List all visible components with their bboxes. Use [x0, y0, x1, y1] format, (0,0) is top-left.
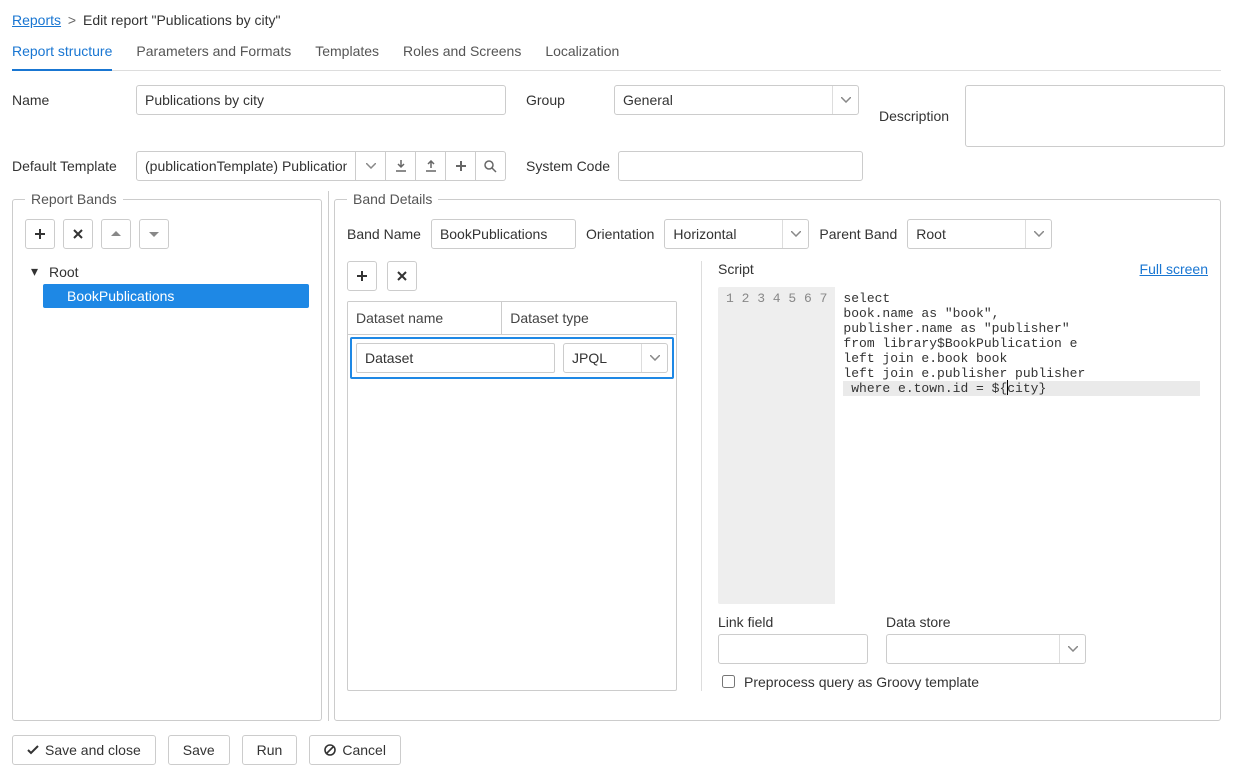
dataset-type-header: Dataset type: [502, 302, 676, 334]
preprocess-checkbox[interactable]: [722, 675, 735, 688]
save-button[interactable]: Save: [168, 735, 230, 765]
save-label: Save: [183, 742, 215, 758]
cancel-icon: [324, 744, 336, 756]
run-button[interactable]: Run: [242, 735, 298, 765]
breadcrumb-separator: >: [68, 12, 76, 28]
breadcrumb-current: Edit report "Publications by city": [83, 12, 280, 28]
tree-band-node[interactable]: BookPublications: [43, 284, 309, 308]
save-and-close-button[interactable]: Save and close: [12, 735, 156, 765]
report-bands-legend: Report Bands: [25, 191, 123, 207]
group-select[interactable]: General: [614, 85, 859, 115]
script-editor[interactable]: 1 2 3 4 5 6 7 select book.name as "book"…: [718, 287, 1208, 604]
data-store-select[interactable]: [886, 634, 1086, 664]
name-input[interactable]: [136, 85, 506, 115]
dataset-type-value: JPQL: [564, 350, 641, 366]
search-icon[interactable]: [476, 151, 506, 181]
full-screen-link[interactable]: Full screen: [1140, 261, 1208, 277]
caret-down-icon[interactable]: ▾: [31, 263, 43, 280]
run-label: Run: [257, 742, 283, 758]
save-and-close-label: Save and close: [45, 742, 141, 758]
dataset-name-header: Dataset name: [348, 302, 502, 334]
move-up-button[interactable]: [101, 219, 131, 249]
system-code-label: System Code: [526, 158, 610, 174]
parent-band-value: Root: [908, 226, 1025, 242]
chevron-down-icon[interactable]: [1059, 635, 1085, 663]
chevron-down-icon[interactable]: [641, 344, 667, 372]
dataset-name-input[interactable]: [356, 343, 555, 373]
preprocess-label[interactable]: Preprocess query as Groovy template: [744, 674, 979, 690]
tab-parameters-and-formats[interactable]: Parameters and Formats: [136, 37, 291, 71]
data-store-label: Data store: [886, 614, 1086, 630]
add-band-button[interactable]: [25, 219, 55, 249]
move-down-button[interactable]: [139, 219, 169, 249]
chevron-down-icon[interactable]: [832, 86, 858, 114]
default-template-label: Default Template: [12, 158, 128, 174]
tab-report-structure[interactable]: Report structure: [12, 37, 112, 71]
download-icon[interactable]: [386, 151, 416, 181]
tree-root-label: Root: [49, 264, 79, 280]
tab-roles-and-screens[interactable]: Roles and Screens: [403, 37, 521, 71]
plus-icon[interactable]: [446, 151, 476, 181]
tabs: Report structure Parameters and Formats …: [12, 36, 1221, 71]
code-gutter: 1 2 3 4 5 6 7: [718, 287, 835, 604]
tab-localization[interactable]: Localization: [545, 37, 619, 71]
chevron-down-icon[interactable]: [1025, 220, 1051, 248]
link-field-input[interactable]: [718, 634, 868, 664]
default-template-input[interactable]: [136, 151, 356, 181]
band-name-input[interactable]: [431, 219, 576, 249]
cancel-label: Cancel: [342, 742, 386, 758]
tree-root-node[interactable]: ▾ Root: [25, 259, 309, 284]
check-icon: [27, 745, 39, 755]
remove-band-button[interactable]: [63, 219, 93, 249]
band-name-label: Band Name: [347, 226, 421, 242]
breadcrumb-root-link[interactable]: Reports: [12, 12, 61, 28]
breadcrumb: Reports > Edit report "Publications by c…: [12, 12, 1221, 28]
remove-dataset-button[interactable]: [387, 261, 417, 291]
band-details-legend: Band Details: [347, 191, 438, 207]
default-template-field: [136, 151, 506, 181]
name-label: Name: [12, 92, 128, 108]
code-body[interactable]: select book.name as "book", publisher.na…: [835, 287, 1208, 604]
parent-band-label: Parent Band: [819, 226, 897, 242]
chevron-down-icon[interactable]: [356, 151, 386, 181]
system-code-input[interactable]: [618, 151, 863, 181]
script-label: Script: [718, 261, 754, 277]
split-handle[interactable]: [322, 191, 334, 721]
chevron-down-icon[interactable]: [782, 220, 808, 248]
parent-band-select[interactable]: Root: [907, 219, 1052, 249]
description-textarea[interactable]: [965, 85, 1225, 147]
add-dataset-button[interactable]: [347, 261, 377, 291]
dataset-type-select[interactable]: JPQL: [563, 343, 668, 373]
orientation-value: Horizontal: [665, 226, 782, 242]
dataset-table: Dataset name Dataset type JPQL: [347, 301, 677, 691]
group-value: General: [615, 92, 832, 108]
orientation-label: Orientation: [586, 226, 654, 242]
cancel-button[interactable]: Cancel: [309, 735, 401, 765]
orientation-select[interactable]: Horizontal: [664, 219, 809, 249]
tab-templates[interactable]: Templates: [315, 37, 379, 71]
group-label: Group: [526, 92, 606, 108]
description-label: Description: [879, 108, 957, 124]
report-bands-panel: Report Bands ▾ Root: [12, 191, 322, 721]
tree-band-label: BookPublications: [67, 288, 174, 304]
upload-icon[interactable]: [416, 151, 446, 181]
link-field-label: Link field: [718, 614, 868, 630]
dataset-row-selected[interactable]: JPQL: [350, 337, 674, 379]
band-tree: ▾ Root BookPublications: [25, 259, 309, 308]
band-details-panel: Band Details Band Name Orientation Horiz…: [334, 191, 1221, 721]
